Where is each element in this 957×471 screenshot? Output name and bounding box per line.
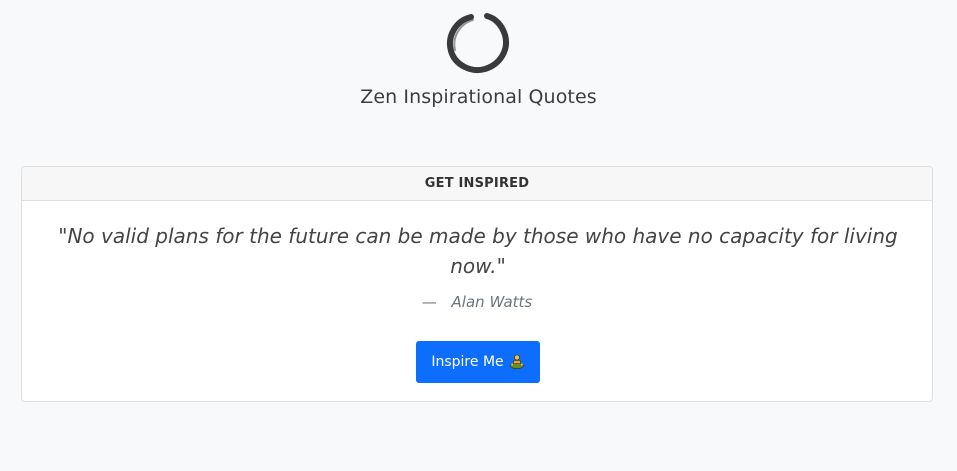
app-title: Zen Inspirational Quotes <box>360 86 597 108</box>
meditating-person-icon <box>509 354 525 370</box>
quote-card: GET INSPIRED "No valid plans for the fut… <box>21 166 933 402</box>
author-dash: — <box>421 293 437 311</box>
quote-text: "No valid plans for the future can be ma… <box>58 224 898 278</box>
enso-circle-icon <box>443 11 513 77</box>
inspire-me-label: Inspire Me <box>431 354 504 370</box>
card-header: GET INSPIRED <box>22 167 932 201</box>
quote-author-line: — Alan Watts <box>22 293 932 311</box>
quote-author: Alan Watts <box>451 293 533 311</box>
inspire-me-button[interactable]: Inspire Me <box>416 341 540 383</box>
